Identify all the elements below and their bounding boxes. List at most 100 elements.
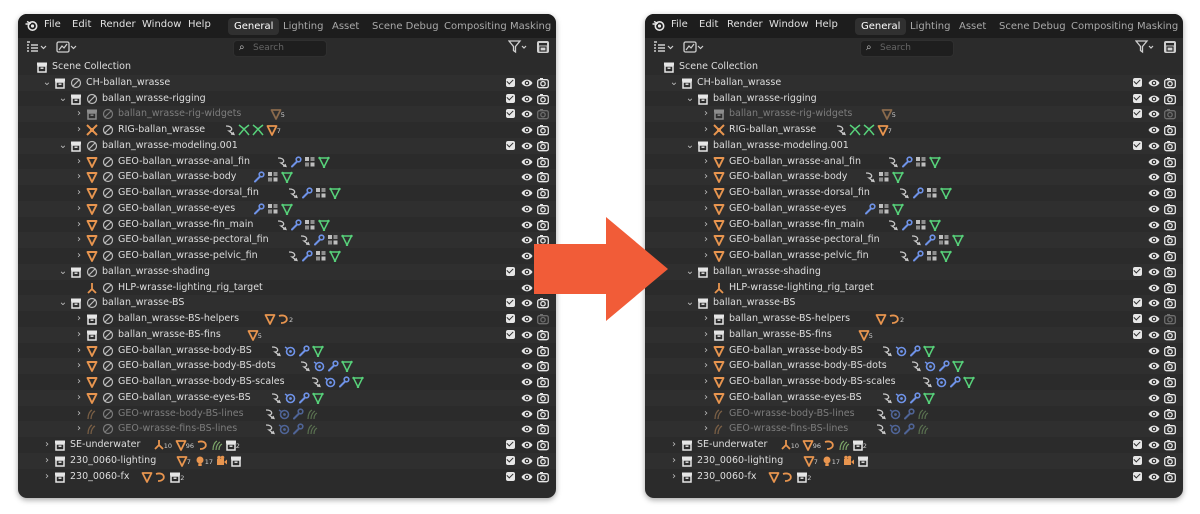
tri-icon[interactable] (312, 392, 324, 404)
shrink-icon[interactable] (889, 423, 901, 435)
expand-caret-closed-icon[interactable]: › (701, 106, 711, 122)
outliner-row[interactable]: ⌄ ballan_wrasse-shading (18, 263, 556, 280)
visibility-eye-icon[interactable] (1148, 203, 1160, 215)
expand-caret-closed-icon[interactable]: › (74, 311, 84, 327)
visibility-eye-icon[interactable] (1148, 219, 1160, 231)
outliner-row[interactable]: › GEO-ballan_wrasse-eyes-BS (18, 389, 556, 406)
outliner-row[interactable]: › ballan_wrasse-BS-helpers 2 (645, 311, 1183, 327)
visibility-eye-icon[interactable] (521, 360, 533, 372)
visibility-eye-icon[interactable] (521, 93, 533, 105)
shrink-icon[interactable] (313, 360, 325, 372)
tri-icon[interactable] (317, 156, 330, 168)
visibility-eye-icon[interactable] (1148, 408, 1160, 420)
exclude-checkbox[interactable] (506, 93, 515, 103)
pose-icon[interactable] (252, 124, 264, 136)
outliner-row[interactable]: › GEO-ballan_wrasse-body-BS (18, 343, 556, 359)
grid-icon[interactable] (315, 250, 327, 262)
hook-icon[interactable] (864, 171, 876, 183)
render-camera-icon[interactable] (537, 455, 549, 467)
hook-icon[interactable] (887, 156, 899, 168)
visibility-eye-icon[interactable] (1148, 140, 1160, 152)
expand-caret-open-icon[interactable]: ⌄ (58, 264, 68, 280)
outliner-row[interactable]: HLP-wrasse-lighting_rig_target (18, 280, 556, 296)
render-camera-icon[interactable] (537, 408, 549, 420)
render-camera-icon[interactable] (537, 124, 549, 136)
render-camera-icon[interactable] (537, 423, 549, 435)
visibility-eye-icon[interactable] (521, 171, 533, 183)
mesh-icon[interactable] (768, 471, 780, 483)
hair-icon[interactable] (917, 408, 929, 420)
render-camera-icon[interactable] (1164, 93, 1176, 105)
expand-caret-closed-icon[interactable]: › (42, 437, 52, 453)
tri-icon[interactable] (317, 219, 330, 231)
wrench-icon[interactable] (290, 218, 302, 231)
hook-icon[interactable] (875, 408, 887, 420)
render-camera-icon[interactable] (1164, 266, 1176, 278)
outliner-row[interactable]: › GEO-ballan_wrasse-fin_main (18, 217, 556, 233)
hook-icon[interactable] (921, 376, 933, 388)
grid-icon[interactable] (267, 203, 279, 215)
outliner-row[interactable]: › GEO-ballan_wrasse-pelvic_fin (18, 248, 556, 264)
visibility-eye-icon[interactable] (521, 392, 533, 404)
tri-icon[interactable] (340, 234, 353, 247)
visibility-eye-icon[interactable] (1148, 439, 1160, 451)
shrink-icon[interactable] (284, 345, 296, 357)
expand-caret-closed-icon[interactable]: › (701, 185, 711, 201)
visibility-eye-icon[interactable] (1148, 282, 1160, 294)
render-camera-icon[interactable] (537, 187, 549, 199)
visibility-eye-icon[interactable] (521, 108, 533, 120)
visibility-eye-icon[interactable] (1148, 455, 1160, 467)
curve-icon[interactable] (155, 471, 167, 483)
hook-icon[interactable] (875, 423, 887, 435)
expand-caret-open-icon[interactable]: ⌄ (42, 75, 52, 91)
outliner-row[interactable]: › GEO-wrasse-body-BS-lines (645, 406, 1183, 422)
wrench-icon[interactable] (924, 234, 936, 246)
visibility-eye-icon[interactable] (1148, 187, 1160, 199)
render-camera-icon[interactable] (1164, 297, 1176, 309)
render-camera-icon[interactable] (1164, 439, 1176, 451)
visibility-eye-icon[interactable] (1148, 77, 1160, 89)
outliner-row[interactable]: ⌄ ballan_wrasse-BS (18, 295, 556, 312)
new-collection-icon[interactable] (536, 40, 550, 56)
outliner-row[interactable]: ⌄ ballan_wrasse-rigging (18, 91, 556, 107)
blender-logo-icon[interactable] (25, 20, 38, 31)
visibility-eye-icon[interactable] (521, 439, 533, 451)
visibility-eye-icon[interactable] (521, 234, 533, 246)
tab-compositing[interactable]: Compositing (438, 18, 513, 35)
hook-icon[interactable] (310, 376, 322, 388)
visibility-eye-icon[interactable] (521, 313, 533, 325)
visibility-eye-icon[interactable] (521, 297, 533, 309)
expand-caret-closed-icon[interactable]: › (701, 154, 711, 170)
grid-icon[interactable] (327, 234, 339, 246)
render-camera-icon[interactable] (537, 156, 549, 168)
expand-caret-closed-icon[interactable]: › (74, 201, 84, 217)
expand-caret-open-icon[interactable]: ⌄ (685, 91, 695, 107)
mesh-icon[interactable]: 7 (803, 455, 819, 467)
render-camera-icon[interactable] (537, 203, 549, 215)
wrench-icon[interactable] (292, 423, 304, 435)
tri-icon[interactable] (923, 345, 935, 357)
outliner-row[interactable]: › RIG-ballan_wrasse 7 (18, 122, 556, 138)
expand-caret-closed-icon[interactable]: › (74, 217, 84, 233)
blender-logo-icon[interactable] (652, 20, 665, 31)
outliner-row[interactable]: Scene Collection (645, 59, 1183, 75)
visibility-eye-icon[interactable] (1148, 93, 1160, 105)
tri-icon[interactable] (280, 203, 293, 215)
expand-caret-closed-icon[interactable]: › (701, 374, 711, 390)
tri-icon[interactable] (951, 234, 964, 247)
tab-scene-debug[interactable]: Scene Debug (366, 18, 445, 35)
hook-icon[interactable] (898, 250, 910, 262)
filter-display-dropdown[interactable] (56, 40, 78, 56)
wrench-icon[interactable] (253, 171, 265, 183)
outliner-row[interactable]: › GEO-ballan_wrasse-pectoral_fin (645, 232, 1183, 249)
visibility-eye-icon[interactable] (521, 219, 533, 231)
display-mode-dropdown[interactable] (653, 40, 675, 56)
light-icon[interactable]: 17 (821, 455, 841, 467)
render-camera-icon[interactable] (537, 140, 549, 152)
exclude-checkbox[interactable] (1133, 329, 1142, 339)
render-camera-icon[interactable] (1164, 171, 1176, 183)
mesh-icon[interactable] (264, 313, 276, 325)
visibility-eye-icon[interactable] (1148, 392, 1160, 404)
visibility-eye-icon[interactable] (1148, 124, 1160, 136)
exclude-checkbox[interactable] (506, 77, 515, 87)
